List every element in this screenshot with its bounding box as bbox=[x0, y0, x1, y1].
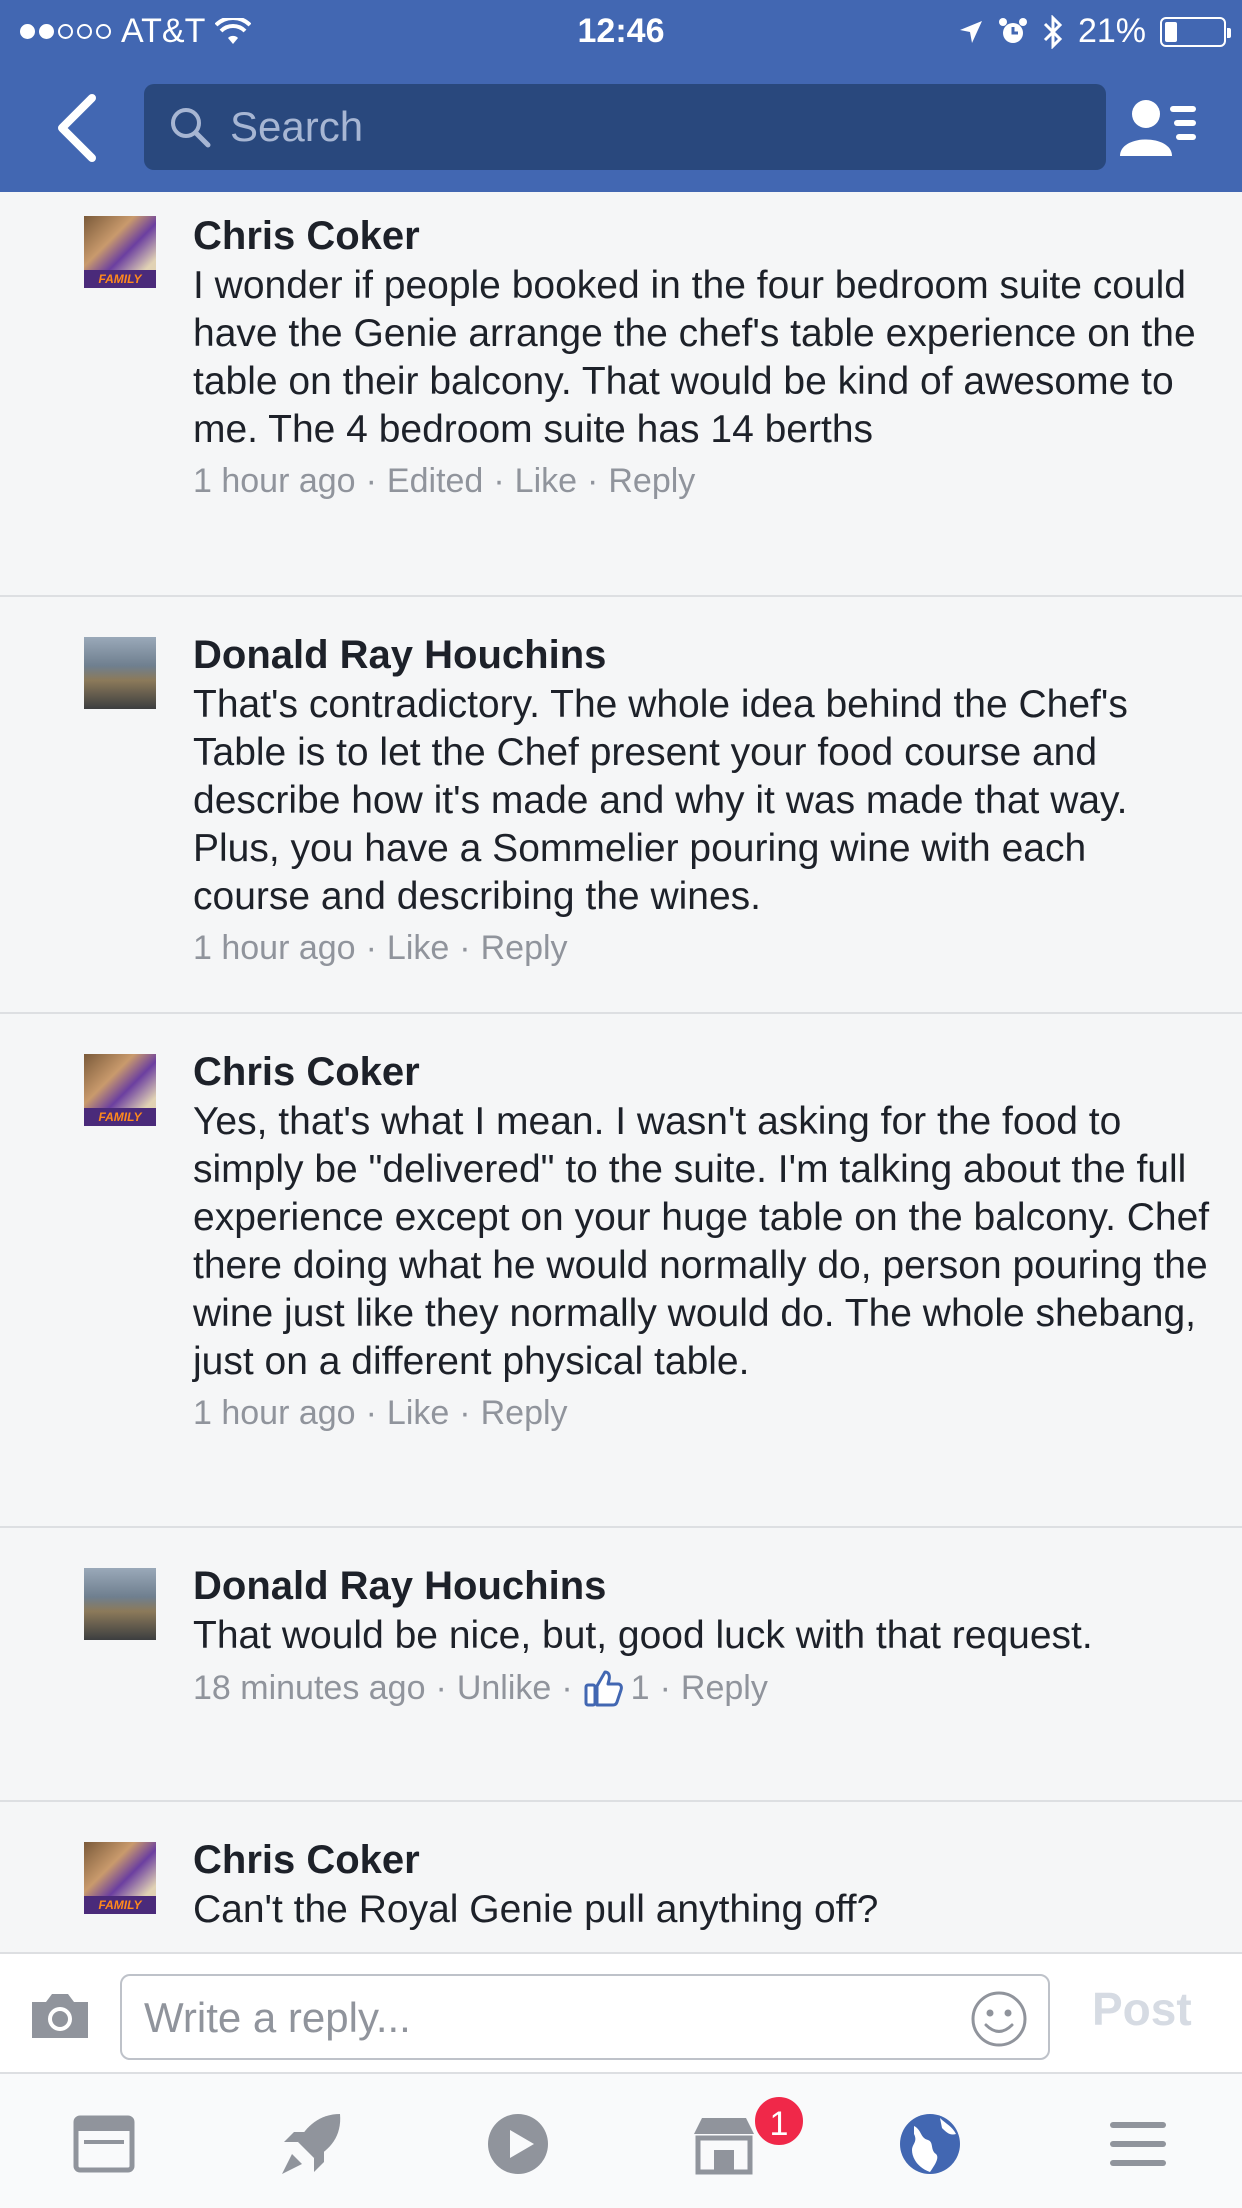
alarm-icon bbox=[998, 17, 1027, 43]
camera-icon[interactable] bbox=[28, 1990, 92, 2042]
unlike-link[interactable]: Unlike bbox=[457, 1669, 551, 1708]
menu-icon[interactable] bbox=[1098, 2104, 1178, 2184]
comment-timestamp[interactable]: 1 hour ago bbox=[193, 462, 356, 501]
comment-timestamp[interactable]: 1 hour ago bbox=[193, 1394, 356, 1433]
avatar[interactable]: FAMILY bbox=[84, 1054, 156, 1126]
top-header: AT&T 12:46 21% Search bbox=[0, 0, 1242, 192]
reply-input-box[interactable] bbox=[120, 1974, 1050, 2060]
comment-body: Donald Ray Houchins That's contradictory… bbox=[193, 629, 1213, 968]
bottom-tab-bar: 1 bbox=[0, 2074, 1242, 2208]
like-link[interactable]: Like bbox=[387, 929, 449, 968]
reply-link[interactable]: Reply bbox=[481, 1394, 568, 1433]
comment-author[interactable]: Chris Coker bbox=[193, 1046, 1213, 1098]
comment-text: That's contradictory. The whole idea beh… bbox=[193, 683, 1128, 918]
avatar[interactable] bbox=[84, 1568, 156, 1640]
comment-item: FAMILY Chris Coker Yes, that's what I me… bbox=[0, 1014, 1242, 1528]
comment-item: Donald Ray Houchins That's contradictory… bbox=[0, 597, 1242, 1014]
reply-input[interactable] bbox=[144, 1988, 964, 2048]
reply-link[interactable]: Reply bbox=[481, 929, 568, 968]
like-link[interactable]: Like bbox=[515, 462, 577, 501]
location-arrow-icon bbox=[959, 20, 982, 43]
comment-author[interactable]: Chris Coker bbox=[193, 1834, 1213, 1886]
comment-body: Donald Ray Houchins That would be nice, … bbox=[193, 1560, 1213, 1708]
like-thumb-icon[interactable] bbox=[583, 1668, 623, 1708]
reply-link[interactable]: Reply bbox=[681, 1669, 768, 1708]
status-bar: AT&T 12:46 21% bbox=[0, 0, 1242, 62]
reply-composer: Post bbox=[0, 1952, 1242, 2074]
comment-meta: 1 hour ago · Like · Reply bbox=[193, 1394, 568, 1433]
chevron-left-icon[interactable] bbox=[52, 92, 100, 164]
comment-meta: 1 hour ago · Edited · Like · Reply bbox=[193, 462, 696, 501]
comment-author[interactable]: Donald Ray Houchins bbox=[193, 629, 1213, 681]
comment-item: FAMILY Chris Coker Can't the Royal Genie… bbox=[0, 1802, 1242, 1952]
comment-author[interactable]: Chris Coker bbox=[193, 210, 1213, 262]
video-play-icon[interactable] bbox=[478, 2104, 558, 2184]
post-button[interactable]: Post bbox=[1092, 1982, 1192, 2036]
comment-text: That would be nice, but, good luck with … bbox=[193, 1614, 1093, 1657]
friend-list-icon[interactable] bbox=[1118, 96, 1198, 160]
comment-meta: 18 minutes ago · Unlike · 1 · Reply bbox=[193, 1668, 768, 1708]
bluetooth-icon bbox=[1043, 14, 1063, 49]
comment-meta: 1 hour ago · Like · Reply bbox=[193, 929, 568, 968]
edited-label[interactable]: Edited bbox=[387, 462, 483, 501]
comment-text: Yes, that's what I mean. I wasn't asking… bbox=[193, 1100, 1210, 1383]
like-count[interactable]: 1 bbox=[631, 1669, 650, 1708]
smiley-icon[interactable] bbox=[970, 1990, 1028, 2048]
comment-timestamp[interactable]: 1 hour ago bbox=[193, 929, 356, 968]
comment-item: FAMILY Chris Coker I wonder if people bo… bbox=[0, 192, 1242, 597]
reply-link[interactable]: Reply bbox=[608, 462, 695, 501]
comment-body: Chris Coker Yes, that's what I mean. I w… bbox=[193, 1046, 1213, 1433]
comment-body: Chris Coker Can't the Royal Genie pull a… bbox=[193, 1834, 1213, 1934]
comment-item: Donald Ray Houchins That would be nice, … bbox=[0, 1528, 1242, 1802]
comment-text: I wonder if people booked in the four be… bbox=[193, 264, 1196, 451]
status-right: 21% bbox=[958, 12, 1231, 51]
globe-icon[interactable] bbox=[890, 2104, 970, 2184]
battery-percent: 21% bbox=[1077, 12, 1146, 50]
avatar[interactable] bbox=[84, 637, 156, 709]
comment-author[interactable]: Donald Ray Houchins bbox=[193, 1560, 1213, 1612]
search-bar[interactable]: Search bbox=[144, 84, 1106, 170]
comment-timestamp[interactable]: 18 minutes ago bbox=[193, 1669, 426, 1708]
comment-text: Can't the Royal Genie pull anything off? bbox=[193, 1888, 879, 1931]
search-placeholder: Search bbox=[230, 103, 364, 150]
avatar[interactable]: FAMILY bbox=[84, 1842, 156, 1914]
battery-icon bbox=[1160, 16, 1231, 47]
search-icon bbox=[171, 108, 211, 148]
rocket-icon[interactable] bbox=[272, 2104, 352, 2184]
like-link[interactable]: Like bbox=[387, 1394, 449, 1433]
comment-body: Chris Coker I wonder if people booked in… bbox=[193, 210, 1213, 501]
avatar[interactable]: FAMILY bbox=[84, 216, 156, 288]
comment-thread: FAMILY Chris Coker I wonder if people bo… bbox=[0, 192, 1242, 1952]
notification-badge: 1 bbox=[752, 2094, 806, 2148]
news-feed-icon[interactable] bbox=[64, 2104, 144, 2184]
